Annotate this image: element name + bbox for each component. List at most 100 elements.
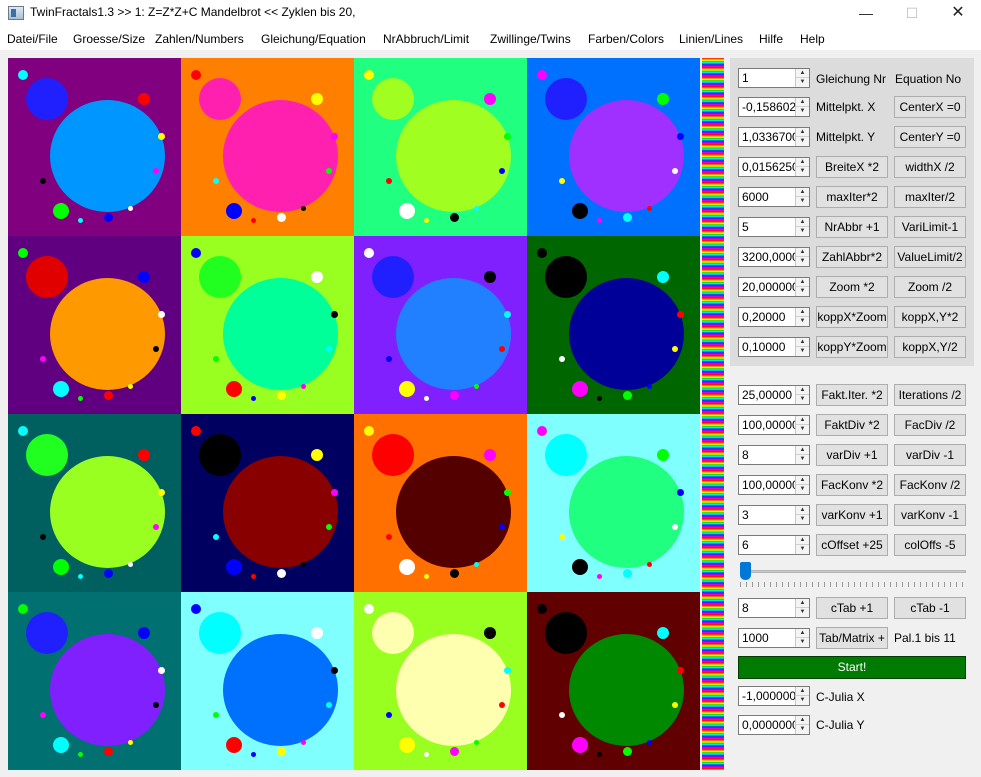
spin-up-icon[interactable]: ▲ (796, 476, 809, 485)
width-x-half-button[interactable]: widthX /2 (894, 156, 966, 178)
center-x-spinbox[interactable]: -0,1586020 ▲▼ (738, 97, 810, 117)
spin-down-icon[interactable]: ▼ (796, 696, 809, 705)
spin-down-icon[interactable]: ▼ (796, 317, 809, 326)
max-iter-double-button[interactable]: maxIter*2 (816, 186, 888, 208)
zoom-double-button[interactable]: Zoom *2 (816, 276, 888, 298)
c-tab-value[interactable]: 8 (742, 601, 796, 615)
kopp-y-value[interactable]: 0,10000 (742, 340, 796, 354)
var-konv-value[interactable]: 3 (742, 508, 796, 522)
spin-up-icon[interactable]: ▲ (796, 599, 809, 608)
spin-down-icon[interactable]: ▼ (796, 107, 809, 116)
var-div-spinbox[interactable]: 8 ▲ ▼ (738, 445, 810, 465)
spin-up-icon[interactable]: ▲ (796, 416, 809, 425)
maximize-button[interactable]: ☐ (889, 0, 935, 28)
zoom-spinbox[interactable]: 20,000000 ▲ ▼ (738, 277, 810, 297)
fakt-div-double-button[interactable]: FaktDiv *2 (816, 414, 888, 436)
zahl-abbr-value[interactable]: 3200,0000 (742, 250, 796, 264)
fakt-div-spinbox[interactable]: 100,00000 ▲ ▼ (738, 415, 810, 435)
spin-down-icon[interactable]: ▼ (796, 545, 809, 554)
menu-groesse-size[interactable]: Groesse/Size (73, 32, 145, 46)
var-div-value[interactable]: 8 (742, 448, 796, 462)
equation-number-spinbox[interactable]: 1 ▲ ▼ (738, 68, 810, 88)
fakt-iter-value[interactable]: 25,00000 (742, 388, 796, 402)
start-button[interactable]: Start! (738, 656, 966, 679)
c-julia-x-value[interactable]: -1,0000000 (742, 689, 796, 703)
fac-div-half-button[interactable]: FacDiv /2 (894, 414, 966, 436)
spin-down-icon[interactable]: ▼ (796, 347, 809, 356)
minimize-button[interactable]: — (843, 0, 889, 28)
iterations-half-button[interactable]: Iterations /2 (894, 384, 966, 406)
max-iter-value[interactable]: 6000 (742, 190, 796, 204)
spin-up-icon[interactable]: ▲ (796, 98, 809, 107)
kopp-y-zoom-button[interactable]: koppY*Zoom (816, 336, 888, 358)
fac-konv-double-button[interactable]: FacKonv *2 (816, 474, 888, 496)
spin-down-icon[interactable]: ▼ (796, 725, 809, 734)
spin-up-icon[interactable]: ▲ (796, 69, 809, 78)
nr-abbr-value[interactable]: 5 (742, 220, 796, 234)
var-konv-minus-button[interactable]: varKonv -1 (894, 504, 966, 526)
var-div-minus-button[interactable]: varDiv -1 (894, 444, 966, 466)
var-konv-plus-button[interactable]: varKonv +1 (816, 504, 888, 526)
spin-up-icon[interactable]: ▲ (796, 446, 809, 455)
spin-down-icon[interactable]: ▼ (796, 197, 809, 206)
spin-up-icon[interactable]: ▲ (796, 308, 809, 317)
center-y-zero-button[interactable]: CenterY =0 (894, 126, 966, 148)
col-offs-minus-button[interactable]: colOffs -5 (894, 534, 966, 556)
color-slider[interactable] (740, 560, 966, 587)
spin-down-icon[interactable]: ▼ (796, 515, 809, 524)
spin-down-icon[interactable]: ▼ (796, 638, 809, 647)
menu-nrabbruch-limit[interactable]: NrAbbruch/Limit (383, 32, 469, 46)
menu-zwillinge-twins[interactable]: Zwillinge/Twins (490, 32, 571, 46)
spin-down-icon[interactable]: ▼ (796, 137, 809, 146)
menu-farben-colors[interactable]: Farben/Colors (588, 32, 664, 46)
center-x-value[interactable]: -0,1586020 (742, 100, 796, 114)
menu-linien-lines[interactable]: Linien/Lines (679, 32, 743, 46)
kopp-x-zoom-button[interactable]: koppX*Zoom (816, 306, 888, 328)
max-iter-spinbox[interactable]: 6000 ▲ ▼ (738, 187, 810, 207)
kopp-xy-half-button[interactable]: koppX,Y/2 (894, 336, 966, 358)
menu-hilfe[interactable]: Hilfe (759, 32, 783, 46)
zahl-abbr-double-button[interactable]: ZahlAbbr*2 (816, 246, 888, 268)
fakt-iter-double-button[interactable]: Fakt.Iter. *2 (816, 384, 888, 406)
center-x-zero-button[interactable]: CenterX =0 (894, 96, 966, 118)
fakt-div-value[interactable]: 100,00000 (742, 418, 796, 432)
fac-konv-half-button[interactable]: FacKonv /2 (894, 474, 966, 496)
spin-up-icon[interactable]: ▲ (796, 128, 809, 137)
menu-zahlen-numbers[interactable]: Zahlen/Numbers (155, 32, 244, 46)
fac-konv-value[interactable]: 100,00000 (742, 478, 796, 492)
center-y-value[interactable]: 1,0336700 (742, 130, 796, 144)
width-x-double-button[interactable]: BreiteX *2 (816, 156, 888, 178)
c-offset-value[interactable]: 6 (742, 538, 796, 552)
max-iter-half-button[interactable]: maxIter/2 (894, 186, 966, 208)
spin-down-icon[interactable]: ▼ (796, 257, 809, 266)
spin-up-icon[interactable]: ▲ (796, 338, 809, 347)
equation-number-value[interactable]: 1 (742, 71, 796, 85)
spin-up-icon[interactable]: ▲ (796, 716, 809, 725)
zoom-value[interactable]: 20,000000 (742, 280, 796, 294)
tab-matrix-plus-button[interactable]: Tab/Matrix + (816, 627, 888, 649)
nr-abbr-plus-button[interactable]: NrAbbr +1 (816, 216, 888, 238)
spin-up-icon[interactable]: ▲ (796, 218, 809, 227)
zoom-half-button[interactable]: Zoom /2 (894, 276, 966, 298)
close-button[interactable]: ✕ (935, 0, 981, 28)
width-x-value[interactable]: 0,0156250 (742, 160, 796, 174)
c-offset-plus-button[interactable]: cOffset +25 (816, 534, 888, 556)
slider-thumb[interactable] (740, 562, 751, 580)
tab-matrix-spinbox[interactable]: 1000 ▲ ▼ (738, 628, 810, 648)
tab-matrix-value[interactable]: 1000 (742, 631, 796, 645)
value-limit-half-button[interactable]: ValueLimit/2 (894, 246, 966, 268)
spin-down-icon[interactable]: ▼ (796, 167, 809, 176)
slider-track[interactable] (740, 570, 966, 573)
c-julia-y-value[interactable]: 0,0000000 (742, 718, 796, 732)
kopp-x-value[interactable]: 0,20000 (742, 310, 796, 324)
nr-abbr-spinbox[interactable]: 5 ▲ ▼ (738, 217, 810, 237)
fractal-canvas[interactable] (8, 58, 700, 770)
c-tab-spinbox[interactable]: 8 ▲ ▼ (738, 598, 810, 618)
c-tab-minus-button[interactable]: cTab -1 (894, 597, 966, 619)
c-offset-spinbox[interactable]: 6 ▲ ▼ (738, 535, 810, 555)
spin-down-icon[interactable]: ▼ (796, 227, 809, 236)
center-y-spinbox[interactable]: 1,0336700 ▲ ▼ (738, 127, 810, 147)
menu-gleichung-equation[interactable]: Gleichung/Equation (261, 32, 366, 46)
spin-down-icon[interactable]: ▼ (796, 425, 809, 434)
spin-up-icon[interactable]: ▲ (796, 506, 809, 515)
